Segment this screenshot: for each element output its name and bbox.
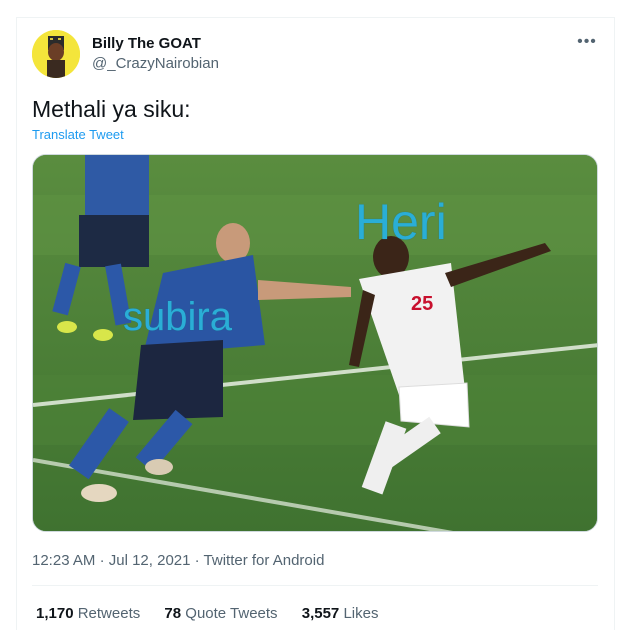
translate-tweet-link[interactable]: Translate Tweet	[32, 127, 124, 142]
overlay-word-subira: subira	[123, 295, 232, 339]
retweets-count: 1,170	[36, 605, 74, 622]
tweet-stats: 1,170 Retweets 78 Quote Tweets 3,557 Lik…	[36, 605, 398, 622]
meta-separator: ·	[99, 552, 109, 569]
retweets-stat[interactable]: 1,170 Retweets	[36, 605, 140, 622]
overlay-word-heri: Heri	[355, 194, 447, 250]
quote-tweets-count: 78	[164, 605, 182, 622]
tweet-date[interactable]: Jul 12, 2021	[109, 552, 191, 569]
author-handle[interactable]: @_CrazyNairobian	[92, 55, 219, 72]
author-name[interactable]: Billy The GOAT	[92, 35, 201, 52]
author-avatar[interactable]	[32, 30, 80, 78]
tweet-source[interactable]: Twitter for Android	[204, 552, 325, 569]
jersey-number: 25	[411, 293, 433, 315]
likes-label: Likes	[343, 605, 379, 622]
retweets-label: Retweets	[77, 605, 141, 622]
more-options-icon[interactable]: •••	[572, 30, 602, 54]
tweet-media-image[interactable]: 25 Heri subira	[32, 154, 598, 532]
tweet-meta: 12:23 AM · Jul 12, 2021 · Twitter for An…	[32, 552, 324, 569]
tweet-text: Methali ya siku:	[32, 96, 191, 122]
quote-tweets-stat[interactable]: 78 Quote Tweets	[164, 605, 277, 622]
tweet-time[interactable]: 12:23 AM	[32, 552, 95, 569]
meta-separator: ·	[194, 552, 204, 569]
likes-stat[interactable]: 3,557 Likes	[302, 605, 379, 622]
divider	[32, 585, 598, 586]
quote-tweets-label: Quote Tweets	[185, 605, 278, 622]
avatar-image	[32, 30, 80, 78]
football-pitch-image: 25	[33, 155, 597, 531]
likes-count: 3,557	[301, 605, 340, 622]
